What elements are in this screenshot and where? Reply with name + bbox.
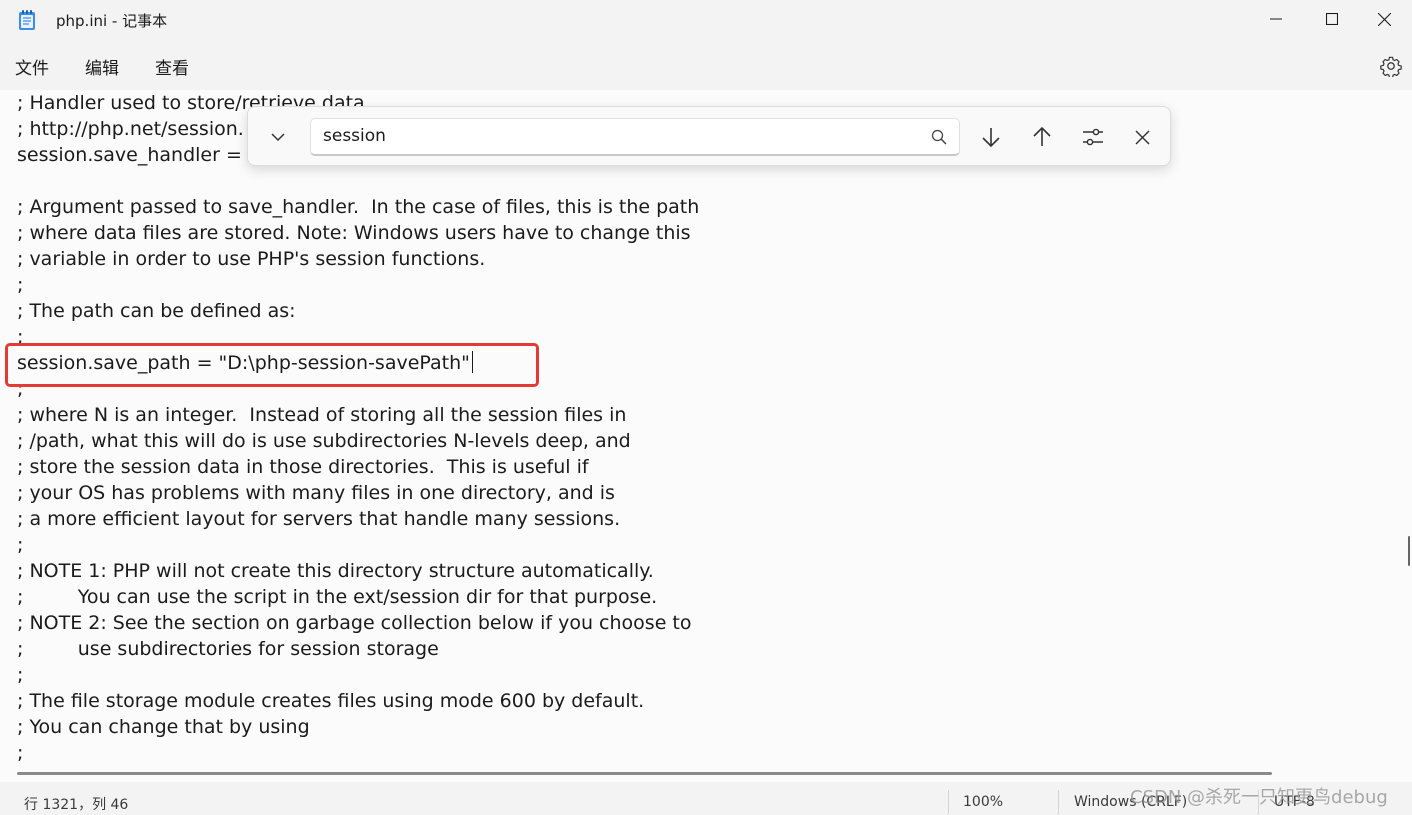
editor-line: ; Argument passed to save_handler. In th…: [17, 196, 700, 218]
gear-icon[interactable]: [1380, 55, 1402, 77]
editor-line: ; NOTE 2: See the section on garbage col…: [17, 612, 692, 634]
editor-line: ;: [17, 742, 24, 764]
editor-line: ; You can use the script in the ext/sess…: [17, 586, 658, 608]
maximize-icon: [1326, 13, 1338, 25]
search-icon[interactable]: [931, 129, 947, 145]
find-previous-button[interactable]: [1022, 117, 1062, 157]
editor-line: ; a more efficient layout for servers th…: [17, 508, 621, 530]
close-icon: [1377, 12, 1391, 26]
close-icon: [1134, 129, 1150, 145]
annotation-highlight-box: [5, 343, 539, 387]
editor-line: ; The file storage module creates files …: [17, 690, 645, 712]
arrow-down-icon: [982, 128, 1000, 148]
editor-lines: ; Handler used to store/retrieve data. ;…: [17, 90, 699, 766]
menu-view[interactable]: 查看: [155, 54, 189, 79]
close-window-button[interactable]: [1358, 0, 1410, 38]
editor-line: ; The path can be defined as:: [17, 300, 296, 322]
minimize-icon: [1270, 18, 1282, 20]
editor-line: ; variable in order to use PHP's session…: [17, 248, 486, 270]
find-bar: session: [247, 106, 1171, 166]
editor-line: ; your OS has problems with many files i…: [17, 482, 615, 504]
menu-bar: 文件 编辑 查看: [0, 44, 1412, 88]
editor-line: ;: [17, 664, 24, 686]
window-title: php.ini - 记事本: [56, 12, 168, 30]
text-editor[interactable]: ; Handler used to store/retrieve data. ;…: [0, 90, 1412, 782]
search-input[interactable]: session: [310, 118, 960, 156]
minimize-button[interactable]: [1250, 0, 1302, 38]
find-options-button[interactable]: [1073, 117, 1113, 157]
menu-file[interactable]: 文件: [15, 54, 49, 79]
editor-line: ; use subdirectories for session storage: [17, 638, 439, 660]
editor-line: ; where data files are stored. Note: Win…: [17, 222, 691, 244]
editor-line: ; where N is an integer. Instead of stor…: [17, 404, 627, 426]
title-bar[interactable]: php.ini - 记事本: [0, 0, 1412, 40]
maximize-button[interactable]: [1306, 0, 1358, 38]
close-find-button[interactable]: [1122, 117, 1162, 157]
arrow-up-icon: [1033, 126, 1051, 146]
editor-line: ;: [17, 274, 24, 296]
search-query: session: [323, 126, 386, 146]
status-divider: [1058, 790, 1059, 814]
editor-line: ;: [17, 534, 24, 556]
editor-line: ; You can change that by using: [17, 716, 310, 738]
vertical-scrollbar-thumb[interactable]: [1408, 536, 1410, 566]
chevron-down-icon: [271, 133, 285, 142]
sliders-icon: [1083, 128, 1103, 146]
status-divider: [948, 790, 949, 814]
cursor-position: 行 1321，列 46: [24, 797, 129, 813]
watermark: CSDN @杀死一只知更鸟debug: [1130, 787, 1388, 808]
editor-line: ; store the session data in those direct…: [17, 456, 589, 478]
horizontal-scrollbar[interactable]: [17, 772, 1272, 775]
zoom-level: 100%: [963, 794, 1004, 810]
find-next-button[interactable]: [971, 117, 1011, 157]
editor-line: ; /path, what this will do is use subdir…: [17, 430, 631, 452]
editor-line: ; NOTE 1: PHP will not create this direc…: [17, 560, 654, 582]
expand-replace-button[interactable]: [258, 117, 298, 157]
menu-edit[interactable]: 编辑: [85, 54, 119, 79]
notepad-icon: [19, 10, 35, 30]
